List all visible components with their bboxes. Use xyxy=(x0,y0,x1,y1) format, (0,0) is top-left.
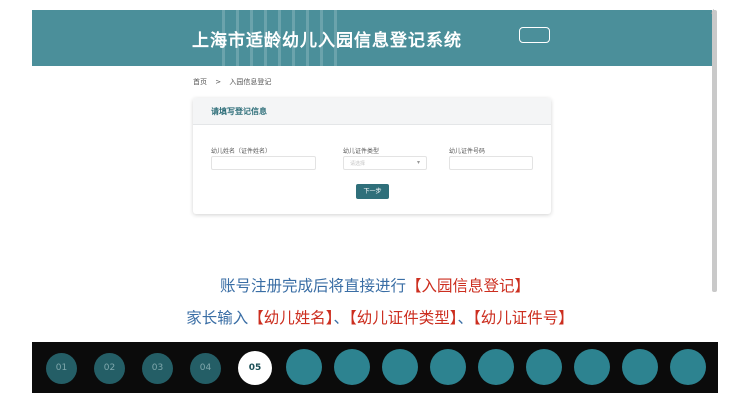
caption-line-2: 家长输入【幼儿姓名】、【幼儿证件类型】、【幼儿证件号】 xyxy=(0,306,750,328)
id-type-label: 幼儿证件类型 xyxy=(343,148,380,155)
step-14[interactable] xyxy=(670,349,706,385)
header-menu-button[interactable] xyxy=(519,27,550,43)
caption-line-2-prefix: 家长输入 xyxy=(186,309,249,327)
step-05-current[interactable]: 05 xyxy=(238,351,272,385)
child-name-label: 幼儿姓名（证件姓名） xyxy=(211,148,272,155)
breadcrumb: 首页 > 入园信息登记 xyxy=(193,77,277,87)
step-07[interactable] xyxy=(334,349,370,385)
step-01[interactable]: 01 xyxy=(46,353,77,384)
id-number-input[interactable] xyxy=(449,156,533,170)
screen: 上海市适龄幼儿入园信息登记系统 ▲ 首页 > 入园信息登记 请填写登记信息 幼儿… xyxy=(0,0,750,408)
next-step-button[interactable]: 下一步 xyxy=(356,184,389,199)
breadcrumb-home[interactable]: 首页 xyxy=(193,78,207,86)
step-10[interactable] xyxy=(478,349,514,385)
caption-line-1: 账号注册完成后将直接进行【入园信息登记】 xyxy=(0,274,750,296)
caption-item-id-type: 【幼儿证件类型】 xyxy=(349,309,458,327)
step-08[interactable] xyxy=(382,349,418,385)
step-13[interactable] xyxy=(622,349,658,385)
step-06[interactable] xyxy=(286,349,322,385)
breadcrumb-current: 入园信息登记 xyxy=(229,78,272,86)
child-name-input[interactable] xyxy=(211,156,316,170)
page-title: 上海市适龄幼儿入园信息登记系统 xyxy=(192,31,462,51)
form-title: 请填写登记信息 xyxy=(211,107,267,116)
id-number-label: 幼儿证件号码 xyxy=(449,148,486,155)
step-12[interactable] xyxy=(574,349,610,385)
caption-line-1-highlight: 【入园信息登记】 xyxy=(406,277,531,295)
step-09[interactable] xyxy=(430,349,466,385)
step-navigation-bar: 01 02 03 04 05 xyxy=(32,342,718,393)
caption-separator-1: 、 xyxy=(333,309,349,327)
registration-form-card: 请填写登记信息 幼儿姓名（证件姓名） 幼儿证件类型 请选择 ▾ 幼儿证件号码 下… xyxy=(193,98,551,214)
header-bar: 上海市适龄幼儿入园信息登记系统 xyxy=(32,10,712,66)
caption-item-id-number: 【幼儿证件号】 xyxy=(473,309,574,327)
breadcrumb-separator: > xyxy=(215,78,222,86)
step-04[interactable]: 04 xyxy=(190,353,221,384)
caption-item-name: 【幼儿姓名】 xyxy=(248,309,334,327)
id-type-select[interactable]: 请选择 ▾ xyxy=(343,156,427,170)
id-type-placeholder: 请选择 xyxy=(350,161,366,167)
scrollbar[interactable] xyxy=(712,10,717,292)
step-03[interactable]: 03 xyxy=(142,353,173,384)
caption-separator-2: 、 xyxy=(457,309,474,327)
step-11[interactable] xyxy=(526,349,562,385)
step-02[interactable]: 02 xyxy=(94,353,125,384)
chevron-down-icon: ▾ xyxy=(416,159,420,166)
caption-line-1-text: 账号注册完成后将直接进行 xyxy=(219,277,406,295)
